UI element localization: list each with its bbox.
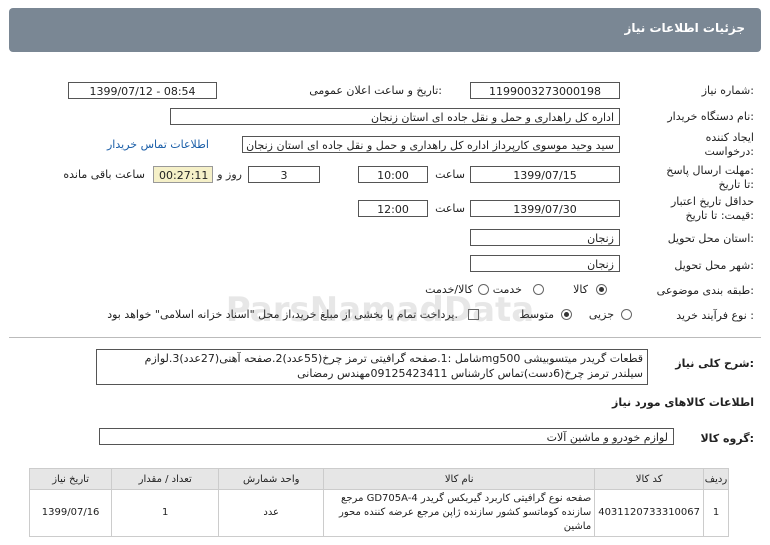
category-label: طبقه بندی موضوعی: [656, 284, 754, 297]
deadline-time-field[interactable]: 10:00 [358, 166, 428, 183]
description-line-1: قطعات گریدر میتسوبیشی mg500شامل :1.صفحه … [144, 352, 643, 365]
contact-info-link[interactable]: اطلاعات تماس خریدار [107, 138, 209, 151]
need-number-field[interactable]: 1199003273000198 [470, 82, 620, 99]
process-label: نوع فرآیند خرید : [676, 309, 754, 322]
divider [9, 337, 761, 338]
validity-date-field[interactable]: 1399/07/30 [470, 200, 620, 217]
announce-label: تاریخ و ساعت اعلان عمومی: [309, 84, 442, 97]
buyer-field[interactable]: اداره کل راهداری و حمل و نقل جاده ای است… [170, 108, 620, 125]
validity-time-field[interactable]: 12:00 [358, 200, 428, 217]
col-row: ردیف [703, 468, 729, 490]
col-qty: تعداد / مقدار [111, 468, 220, 490]
cell-qty: 1 [111, 489, 220, 537]
process-partial-label: جزیی [588, 308, 614, 321]
deadline-label-1: مهلت ارسال پاسخ: [666, 164, 754, 177]
remaining-time-field: 00:27:11 [153, 166, 213, 183]
province-label: استان محل تحویل: [667, 232, 754, 245]
payment-checkbox[interactable] [468, 309, 479, 320]
validity-time-label: ساعت [435, 202, 465, 215]
creator-field[interactable]: سید وحید موسوی کارپرداز اداره کل راهداری… [242, 136, 620, 153]
cell-name: صفحه نوع گرافیتی کاربرد گیربکس گریدر GD7… [323, 489, 596, 537]
cell-code: 4031120733310067 [594, 489, 704, 537]
validity-label-1: حداقل تاریخ اعتبار [670, 195, 754, 208]
category-service-label: خدمت [492, 283, 522, 296]
category-goods-label: کالا [573, 283, 588, 296]
page-header: جزئیات اطلاعات نیاز [9, 8, 761, 52]
description-label: شرح کلی نیاز: [675, 357, 754, 370]
category-service-radio[interactable] [533, 284, 544, 295]
process-medium-radio[interactable] [561, 309, 572, 320]
process-medium-label: متوسط [519, 308, 554, 321]
remaining-label: ساعت باقی مانده [63, 168, 145, 181]
col-date: تاریخ نیاز [28, 468, 113, 490]
goods-group-label: گروه کالا: [700, 432, 754, 445]
validity-label-2: قیمت: تا تاریخ: [685, 209, 754, 222]
city-label: شهر محل تحویل: [674, 259, 754, 272]
city-field[interactable]: زنجان [470, 255, 620, 272]
days-label: روز و [217, 168, 242, 181]
buyer-label: نام دستگاه خریدار: [667, 110, 754, 123]
category-goods-service-radio[interactable] [478, 284, 489, 295]
category-goods-service-label: کالا/خدمت [425, 283, 473, 296]
days-field[interactable]: 3 [248, 166, 320, 183]
process-partial-radio[interactable] [621, 309, 632, 320]
col-name: نام کالا [323, 468, 596, 490]
goods-table: ردیف کد کالا نام کالا واحد شمارش تعداد /… [28, 468, 729, 537]
cell-date: 1399/07/16 [28, 489, 113, 537]
col-unit: واحد شمارش [218, 468, 325, 490]
page-title: جزئیات اطلاعات نیاز [624, 21, 745, 35]
deadline-time-label: ساعت [435, 168, 465, 181]
category-goods-radio[interactable] [596, 284, 607, 295]
payment-note: پرداخت تمام یا بخشی از مبلغ خرید،از محل … [107, 308, 458, 321]
col-code: کد کالا [594, 468, 704, 490]
description-line-2: سیلندر ترمز چرخ(6دست)تماس کارشناس 091254… [297, 367, 643, 380]
cell-unit: عدد [218, 489, 325, 537]
description-box: قطعات گریدر میتسوبیشی mg500شامل :1.صفحه … [96, 349, 648, 385]
deadline-label-2: تا تاریخ: [718, 178, 754, 191]
province-field[interactable]: زنجان [470, 229, 620, 246]
announce-field[interactable]: 1399/07/12 - 08:54 [68, 82, 217, 99]
creator-label-1: ایجاد کننده [705, 131, 754, 144]
need-number-label: شماره نیاز: [701, 84, 754, 97]
goods-section-title: اطلاعات کالاهای مورد نیاز [612, 396, 754, 409]
cell-row: 1 [703, 489, 729, 537]
creator-label-2: درخواست: [704, 145, 755, 158]
table-header-row: ردیف کد کالا نام کالا واحد شمارش تعداد /… [28, 468, 729, 490]
goods-group-field[interactable]: لوازم خودرو و ماشین آلات [99, 428, 674, 445]
deadline-date-field[interactable]: 1399/07/15 [470, 166, 620, 183]
table-row[interactable]: 1 4031120733310067 صفحه نوع گرافیتی کارب… [28, 489, 729, 537]
